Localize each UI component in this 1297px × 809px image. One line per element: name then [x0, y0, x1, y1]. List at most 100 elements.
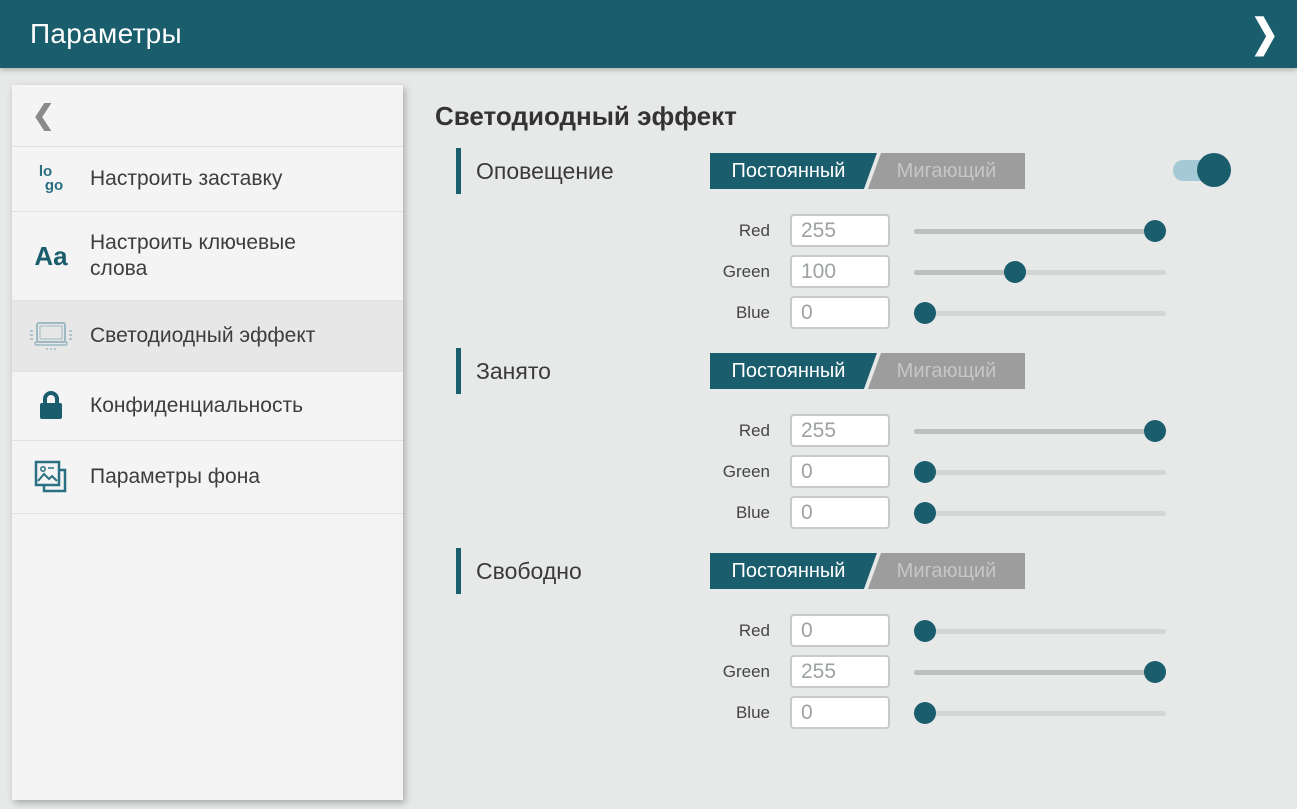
- led-effect-panel: Светодиодный эффект Оповещение Постоянны…: [435, 84, 1297, 809]
- sidebar-item-label: Светодиодный эффект: [90, 323, 315, 349]
- rgb-label: Red: [435, 421, 790, 441]
- mode-toggle: Постоянный Мигающий: [710, 153, 1025, 189]
- slider-thumb[interactable]: [914, 302, 936, 324]
- mode-option-label: Постоянный: [731, 360, 855, 383]
- sidebar-item-2[interactable]: Светодиодный эффект: [12, 301, 403, 372]
- sidebar-item-list: lo go Настроить заставку Aa Настроить кл…: [12, 147, 403, 514]
- rgb-slider[interactable]: [914, 701, 1166, 725]
- mode-toggle: Постоянный Мигающий: [710, 353, 1025, 389]
- back-button[interactable]: ❮: [12, 85, 403, 147]
- rgb-slider-group: Red Green Blue: [435, 414, 1297, 529]
- mode-option-blinking[interactable]: Мигающий: [868, 153, 1025, 189]
- led-section: Занято Постоянный Мигающий Red Green: [435, 348, 1297, 529]
- sidebar-item-3[interactable]: Конфиденциальность: [12, 372, 403, 441]
- rgb-slider-row: Blue: [435, 696, 1297, 729]
- rgb-value-input[interactable]: [790, 696, 890, 729]
- sidebar-item-label: Настроить заставку: [90, 166, 282, 192]
- slider-track[interactable]: [914, 511, 1166, 516]
- section-accent-bar: [456, 348, 461, 394]
- mode-option-blinking[interactable]: Мигающий: [868, 553, 1025, 589]
- settings-sidebar: ❮ lo go Настроить заставку Aa Настроить …: [12, 85, 403, 800]
- slider-fill: [914, 429, 1155, 434]
- led-display-icon: [29, 319, 73, 353]
- slider-thumb[interactable]: [1144, 220, 1166, 242]
- slider-fill: [914, 670, 1155, 675]
- rgb-slider[interactable]: [914, 660, 1166, 684]
- rgb-label: Blue: [435, 303, 790, 323]
- rgb-value-input[interactable]: [790, 655, 890, 688]
- slider-thumb[interactable]: [1144, 661, 1166, 683]
- slider-thumb[interactable]: [914, 620, 936, 642]
- rgb-label: Green: [435, 662, 790, 682]
- app-header: Параметры ❯: [0, 0, 1297, 68]
- rgb-slider-group: Red Green Blue: [435, 614, 1297, 729]
- page-title: Параметры: [0, 18, 182, 50]
- panel-title: Светодиодный эффект: [435, 101, 1297, 132]
- rgb-label: Green: [435, 462, 790, 482]
- mode-option-label: Постоянный: [731, 560, 855, 583]
- slider-thumb[interactable]: [914, 502, 936, 524]
- rgb-value-input[interactable]: [790, 255, 890, 288]
- rgb-value-input[interactable]: [790, 496, 890, 529]
- sidebar-item-0[interactable]: lo go Настроить заставку: [12, 147, 403, 212]
- led-enable-switch[interactable]: [1173, 152, 1231, 188]
- mode-option-label: Мигающий: [897, 560, 997, 583]
- rgb-slider[interactable]: [914, 301, 1166, 325]
- led-section: Свободно Постоянный Мигающий Red Green: [435, 548, 1297, 729]
- slider-thumb[interactable]: [1144, 420, 1166, 442]
- sidebar-item-label: Параметры фона: [90, 464, 260, 490]
- slider-track[interactable]: [914, 629, 1166, 634]
- rgb-slider-row: Blue: [435, 496, 1297, 529]
- rgb-slider-row: Green: [435, 455, 1297, 488]
- rgb-slider[interactable]: [914, 260, 1166, 284]
- mode-option-label: Мигающий: [897, 160, 997, 183]
- rgb-value-input[interactable]: [790, 455, 890, 488]
- rgb-label: Blue: [435, 703, 790, 723]
- slider-fill: [914, 270, 1015, 275]
- section-accent-bar: [456, 548, 461, 594]
- rgb-slider-row: Red: [435, 614, 1297, 647]
- rgb-slider[interactable]: [914, 219, 1166, 243]
- chevron-left-icon: ❮: [32, 100, 55, 131]
- mode-toggle: Постоянный Мигающий: [710, 553, 1025, 589]
- rgb-slider-row: Green: [435, 255, 1297, 288]
- mode-option-constant[interactable]: Постоянный: [710, 553, 877, 589]
- slider-thumb[interactable]: [1004, 261, 1026, 283]
- rgb-label: Blue: [435, 503, 790, 523]
- sidebar-item-label: Конфиденциальность: [90, 393, 303, 419]
- mode-option-label: Постоянный: [731, 160, 855, 183]
- mode-option-constant[interactable]: Постоянный: [710, 353, 877, 389]
- logo-text-icon: lo go: [39, 165, 63, 193]
- lock-icon: [37, 390, 65, 422]
- rgb-label: Red: [435, 221, 790, 241]
- rgb-slider-group: Red Green Blue: [435, 214, 1297, 329]
- slider-track[interactable]: [914, 470, 1166, 475]
- rgb-label: Red: [435, 621, 790, 641]
- rgb-value-input[interactable]: [790, 214, 890, 247]
- slider-thumb[interactable]: [914, 461, 936, 483]
- rgb-slider[interactable]: [914, 419, 1166, 443]
- led-section: Оповещение Постоянный Мигающий Red: [435, 148, 1297, 329]
- section-accent-bar: [456, 148, 461, 194]
- rgb-value-input[interactable]: [790, 414, 890, 447]
- rgb-slider[interactable]: [914, 460, 1166, 484]
- rgb-slider[interactable]: [914, 501, 1166, 525]
- led-section-list: Оповещение Постоянный Мигающий Red: [435, 148, 1297, 729]
- rgb-slider-row: Blue: [435, 296, 1297, 329]
- slider-track[interactable]: [914, 311, 1166, 316]
- mode-option-label: Мигающий: [897, 360, 997, 383]
- rgb-slider-row: Green: [435, 655, 1297, 688]
- sidebar-item-1[interactable]: Aa Настроить ключевые слова: [12, 212, 403, 301]
- background-images-icon: [33, 459, 69, 495]
- slider-thumb[interactable]: [914, 702, 936, 724]
- rgb-value-input[interactable]: [790, 614, 890, 647]
- sidebar-item-label: Настроить ключевые слова: [90, 230, 340, 282]
- sidebar-item-4[interactable]: Параметры фона: [12, 441, 403, 514]
- keywords-aa-icon: Aa: [34, 243, 67, 269]
- slider-track[interactable]: [914, 711, 1166, 716]
- rgb-slider[interactable]: [914, 619, 1166, 643]
- chevron-right-icon[interactable]: ❯: [1251, 9, 1280, 60]
- mode-option-constant[interactable]: Постоянный: [710, 153, 877, 189]
- rgb-value-input[interactable]: [790, 296, 890, 329]
- mode-option-blinking[interactable]: Мигающий: [868, 353, 1025, 389]
